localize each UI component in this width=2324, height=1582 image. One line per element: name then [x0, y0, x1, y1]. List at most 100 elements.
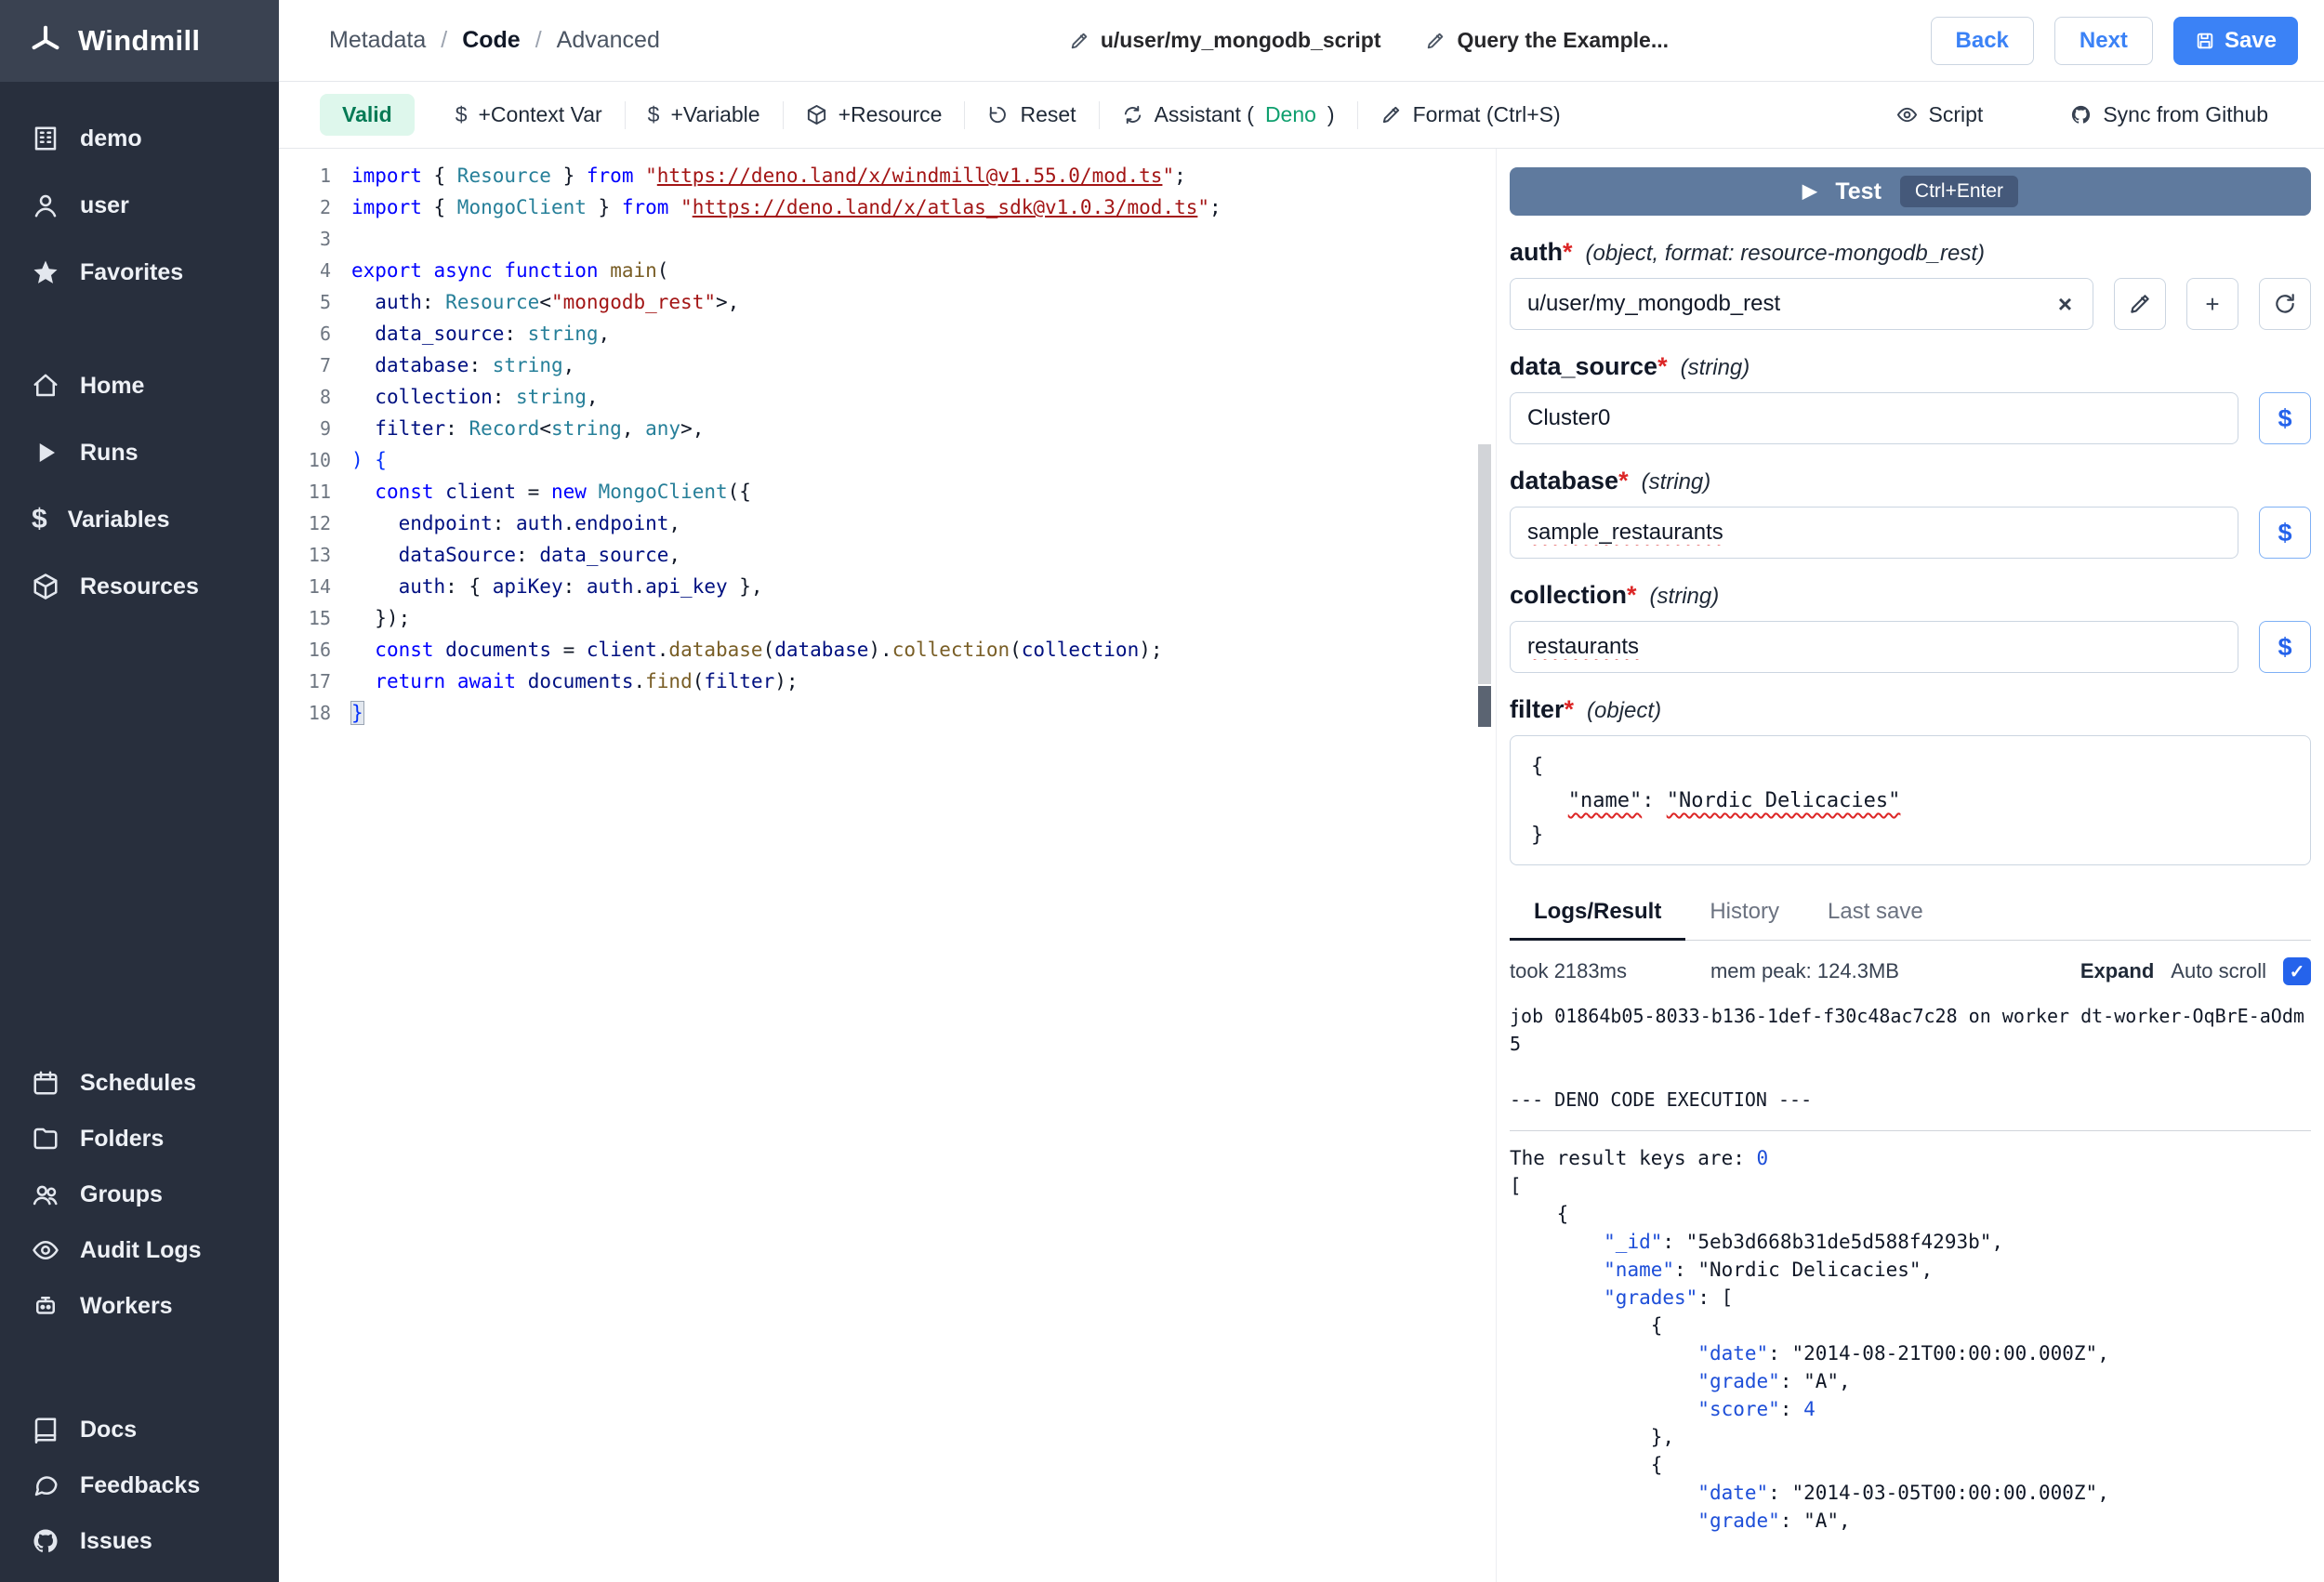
script-path[interactable]: u/user/my_mongodb_script — [1069, 28, 1381, 53]
toolbar-script-view-button[interactable]: Script — [1874, 102, 2006, 127]
back-button[interactable]: Back — [1931, 17, 2034, 65]
insert-variable-button[interactable]: $ — [2259, 392, 2311, 444]
code-line-13[interactable]: dataSource: data_source, — [351, 539, 1496, 571]
add-resource-button[interactable]: + — [2186, 278, 2238, 330]
insert-variable-button[interactable]: $ — [2259, 507, 2311, 559]
toolbar-add-context-var-button[interactable]: $+Context Var — [433, 102, 625, 127]
sidebar-item-audit-logs[interactable]: Audit Logs — [0, 1231, 279, 1270]
code-token — [351, 512, 399, 534]
sidebar-item-groups[interactable]: Groups — [0, 1175, 279, 1214]
tab-logs-result[interactable]: Logs/Result — [1510, 891, 1685, 941]
sidebar-item-favorites[interactable]: Favorites — [0, 253, 279, 292]
tab-history[interactable]: History — [1685, 891, 1803, 940]
result-line: The result keys are: 0 — [1510, 1144, 2311, 1172]
code-line-3[interactable] — [351, 223, 1496, 255]
code-line-7[interactable]: database: string, — [351, 349, 1496, 381]
sidebar-item-workers[interactable]: Workers — [0, 1286, 279, 1325]
sidebar-item-resources[interactable]: Resources — [0, 567, 279, 606]
code-line-4[interactable]: export async function main( — [351, 255, 1496, 286]
code-line-6[interactable]: data_source: string, — [351, 318, 1496, 349]
code-line-5[interactable]: auth: Resource<"mongodb_rest">, — [351, 286, 1496, 318]
field-filter: filter* (object) { "name": "Nordic Delic… — [1510, 695, 2311, 865]
field-collection-label: collection* (string) — [1510, 581, 2311, 610]
code-token: api_key — [645, 575, 728, 598]
autoscroll-checkbox[interactable]: ✓ — [2283, 957, 2311, 985]
code-token: ; — [1174, 165, 1186, 187]
tab-last-save[interactable]: Last save — [1803, 891, 1948, 940]
result-line: { — [1510, 1200, 2311, 1228]
sidebar-item-docs[interactable]: Docs — [0, 1410, 279, 1449]
toolbar-format-button[interactable]: Format (Ctrl+S) — [1358, 102, 1583, 127]
clear-resource-icon[interactable]: × — [2054, 290, 2076, 319]
breadcrumb-metadata[interactable]: Metadata — [329, 27, 426, 54]
sidebar-item-schedules[interactable]: Schedules — [0, 1063, 279, 1102]
top-header: Metadata/Code/Advanced u/user/my_mongodb… — [279, 0, 2324, 82]
sidebar-item-folders[interactable]: Folders — [0, 1119, 279, 1158]
code-line-16[interactable]: const documents = client.database(databa… — [351, 634, 1496, 666]
toolbar-add-resource-button[interactable]: +Resource — [784, 102, 965, 127]
insert-variable-button[interactable]: $ — [2259, 621, 2311, 673]
code-line-10[interactable]: ) { — [351, 444, 1496, 476]
text-token: , — [1839, 1509, 1851, 1532]
toolbar-assistant-button[interactable]: Assistant (Deno) — [1100, 102, 1357, 127]
breadcrumb-advanced[interactable]: Advanced — [557, 27, 660, 54]
code-token: data_source — [375, 323, 504, 345]
code-line-15[interactable]: }); — [351, 602, 1496, 634]
sidebar-item-user[interactable]: user — [0, 186, 279, 225]
code-token: https://deno.land/x/atlas_sdk@v1.0.3/mod… — [693, 196, 1198, 218]
mem-peak: mem peak: 124.3MB — [1710, 959, 1899, 983]
book-icon — [32, 1416, 59, 1444]
database-input[interactable]: sample_restaurants — [1510, 507, 2238, 559]
filter-json-editor[interactable]: { "name": "Nordic Delicacies"} — [1510, 735, 2311, 865]
save-button[interactable]: Save — [2173, 17, 2298, 65]
sidebar-item-home[interactable]: Home — [0, 366, 279, 405]
database-value: sample_restaurants — [1527, 520, 2221, 546]
code-token — [351, 670, 375, 692]
code-token: } — [551, 165, 587, 187]
code-line-9[interactable]: filter: Record<string, any>, — [351, 413, 1496, 444]
code-editor[interactable]: 123456789101112131415161718 import { Res… — [279, 149, 1497, 1582]
code-line-1[interactable]: import { Resource } from "https://deno.l… — [351, 160, 1496, 191]
text-token: : — [1780, 1509, 1803, 1532]
code-area[interactable]: import { Resource } from "https://deno.l… — [331, 160, 1496, 1582]
app-logo[interactable]: Windmill — [0, 0, 279, 82]
sidebar-item-label: Schedules — [80, 1070, 196, 1097]
toolbar-add-variable-button[interactable]: $+Variable — [626, 102, 783, 127]
code-token: string — [516, 386, 587, 408]
expand-button[interactable]: Expand — [2080, 959, 2154, 983]
text-token — [1510, 1509, 1697, 1532]
edit-resource-button[interactable] — [2114, 278, 2166, 330]
breadcrumb-code[interactable]: Code — [462, 27, 521, 54]
sidebar-item-demo[interactable]: demo — [0, 119, 279, 158]
code-line-14[interactable]: auth: { apiKey: auth.api_key }, — [351, 571, 1496, 602]
toolbar-sync-from-github-button[interactable]: Sync from Github — [2048, 102, 2291, 127]
data-source-input[interactable]: Cluster0 — [1510, 392, 2238, 444]
code-token: collection — [1022, 639, 1139, 661]
auth-resource-input[interactable]: u/user/my_mongodb_rest × — [1510, 278, 2093, 330]
sidebar-item-feedbacks[interactable]: Feedbacks — [0, 1466, 279, 1505]
sidebar-item-variables[interactable]: $Variables — [0, 500, 279, 539]
next-button[interactable]: Next — [2054, 17, 2153, 65]
refresh-resource-button[interactable] — [2259, 278, 2311, 330]
result-line: "name": "Nordic Delicacies", — [1510, 1256, 2311, 1284]
toolbar-reset-button[interactable]: Reset — [965, 102, 1098, 127]
run-duration: took 2183ms — [1510, 959, 1627, 983]
code-line-17[interactable]: return await documents.find(filter); — [351, 666, 1496, 697]
collection-input[interactable]: restaurants — [1510, 621, 2238, 673]
test-button[interactable]: ▶ Test Ctrl+Enter — [1510, 167, 2311, 216]
code-line-2[interactable]: import { MongoClient } from "https://den… — [351, 191, 1496, 223]
code-line-18[interactable]: } — [351, 697, 1496, 729]
sidebar-item-issues[interactable]: Issues — [0, 1522, 279, 1561]
editor-scrollbar-thumb[interactable] — [1478, 444, 1491, 684]
result-line: "grade": "A", — [1510, 1367, 2311, 1395]
code-token: . — [563, 512, 575, 534]
text-token: "grade" — [1697, 1370, 1780, 1392]
code-line-8[interactable]: collection: string, — [351, 381, 1496, 413]
code-token: , — [668, 512, 680, 534]
code-token: ({ — [728, 481, 751, 503]
code-line-12[interactable]: endpoint: auth.endpoint, — [351, 508, 1496, 539]
code-line-11[interactable]: const client = new MongoClient({ — [351, 476, 1496, 508]
sidebar-item-runs[interactable]: Runs — [0, 433, 279, 472]
editor-scrollbar-marker[interactable] — [1478, 686, 1491, 727]
script-summary[interactable]: Query the Example... — [1425, 28, 1669, 53]
